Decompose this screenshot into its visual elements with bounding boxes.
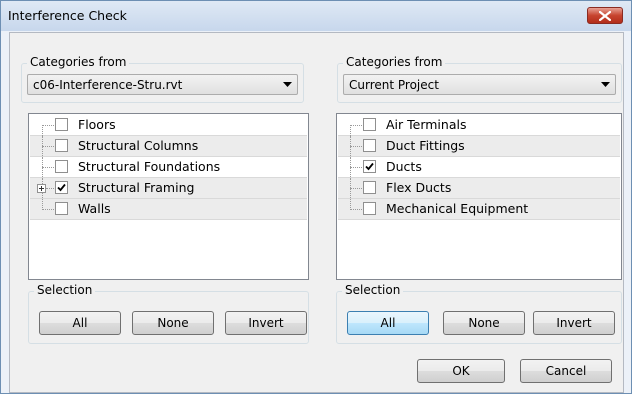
- chevron-down-icon: [601, 82, 610, 87]
- ok-button[interactable]: OK: [417, 359, 505, 383]
- list-item[interactable]: Flex Ducts: [338, 178, 620, 199]
- left-categories-dropdown[interactable]: c06-Interference-Stru.rvt: [27, 74, 298, 95]
- tree-line: [42, 209, 54, 210]
- list-item-label: Ducts: [386, 159, 422, 174]
- title-bar[interactable]: Interference Check: [1, 1, 631, 31]
- cancel-button[interactable]: Cancel: [520, 359, 612, 383]
- left-category-list[interactable]: Floors Structural Columns Structural Fou…: [28, 113, 309, 280]
- left-select-all-button[interactable]: All: [39, 311, 121, 335]
- list-item-label: Flex Ducts: [386, 180, 452, 195]
- right-selection-group: Selection All None Invert: [336, 283, 622, 344]
- interference-check-dialog: Interference Check Categories from c06-I…: [0, 0, 632, 394]
- right-categories-value: Current Project: [349, 78, 439, 92]
- checkbox-checked[interactable]: [55, 181, 68, 194]
- tree-line: [350, 125, 351, 136]
- checkbox-checked[interactable]: [363, 160, 376, 173]
- checkbox[interactable]: [55, 160, 68, 173]
- right-selection-label: Selection: [342, 283, 404, 297]
- right-select-none-button[interactable]: None: [443, 311, 525, 335]
- left-selection-label: Selection: [34, 283, 96, 297]
- dialog-body: Categories from c06-Interference-Stru.rv…: [9, 32, 624, 393]
- tree-line: [350, 146, 362, 147]
- left-selection-group: Selection All None Invert: [28, 283, 309, 344]
- list-item-label: Structural Columns: [78, 138, 199, 153]
- list-item-label: Air Terminals: [386, 117, 467, 132]
- dialog-title: Interference Check: [8, 8, 127, 23]
- close-button[interactable]: [587, 7, 623, 24]
- right-category-list[interactable]: Air Terminals Duct Fittings Ducts Flex D…: [336, 113, 622, 280]
- left-categories-value: c06-Interference-Stru.rvt: [33, 78, 183, 92]
- chevron-down-icon: [283, 82, 292, 87]
- checkbox[interactable]: [55, 118, 68, 131]
- checkbox[interactable]: [363, 181, 376, 194]
- list-item-label: Structural Framing: [78, 180, 195, 195]
- tree-line: [46, 188, 54, 189]
- list-item[interactable]: Mechanical Equipment: [338, 199, 620, 220]
- list-item-label: Mechanical Equipment: [386, 201, 529, 216]
- left-categories-label: Categories from: [27, 55, 130, 69]
- checkmark-icon: [57, 183, 66, 192]
- list-item[interactable]: Structural Columns: [30, 136, 307, 157]
- tree-line: [350, 125, 362, 126]
- right-categories-dropdown[interactable]: Current Project: [343, 74, 616, 95]
- list-item-label: Walls: [78, 201, 111, 216]
- right-categories-group: Categories from Current Project: [337, 55, 622, 103]
- checkbox[interactable]: [55, 139, 68, 152]
- tree-line: [42, 146, 54, 147]
- checkbox[interactable]: [363, 118, 376, 131]
- list-item[interactable]: Structural Framing: [30, 178, 307, 199]
- left-categories-group: Categories from c06-Interference-Stru.rv…: [21, 55, 304, 103]
- tree-line: [350, 209, 362, 210]
- expand-button[interactable]: [37, 184, 46, 193]
- list-item[interactable]: Walls: [30, 199, 307, 220]
- list-item[interactable]: Duct Fittings: [338, 136, 620, 157]
- right-invert-button[interactable]: Invert: [533, 311, 615, 335]
- list-item[interactable]: Ducts: [338, 157, 620, 178]
- tree-line: [42, 125, 43, 136]
- list-item-label: Floors: [78, 117, 116, 132]
- list-item[interactable]: Air Terminals: [338, 115, 620, 136]
- list-item[interactable]: Structural Foundations: [30, 157, 307, 178]
- checkbox[interactable]: [55, 202, 68, 215]
- list-item-label: Structural Foundations: [78, 159, 221, 174]
- plus-icon: [39, 186, 44, 191]
- left-invert-button[interactable]: Invert: [225, 311, 307, 335]
- checkbox[interactable]: [363, 202, 376, 215]
- right-categories-label: Categories from: [343, 55, 446, 69]
- checkmark-icon: [365, 162, 374, 171]
- left-select-none-button[interactable]: None: [132, 311, 214, 335]
- checkbox[interactable]: [363, 139, 376, 152]
- tree-line: [42, 125, 54, 126]
- list-item-label: Duct Fittings: [386, 138, 465, 153]
- list-item[interactable]: Floors: [30, 115, 307, 136]
- tree-line: [42, 167, 54, 168]
- tree-line: [350, 188, 362, 189]
- close-icon: [599, 11, 611, 21]
- tree-line: [350, 167, 362, 168]
- right-select-all-button[interactable]: All: [347, 311, 429, 335]
